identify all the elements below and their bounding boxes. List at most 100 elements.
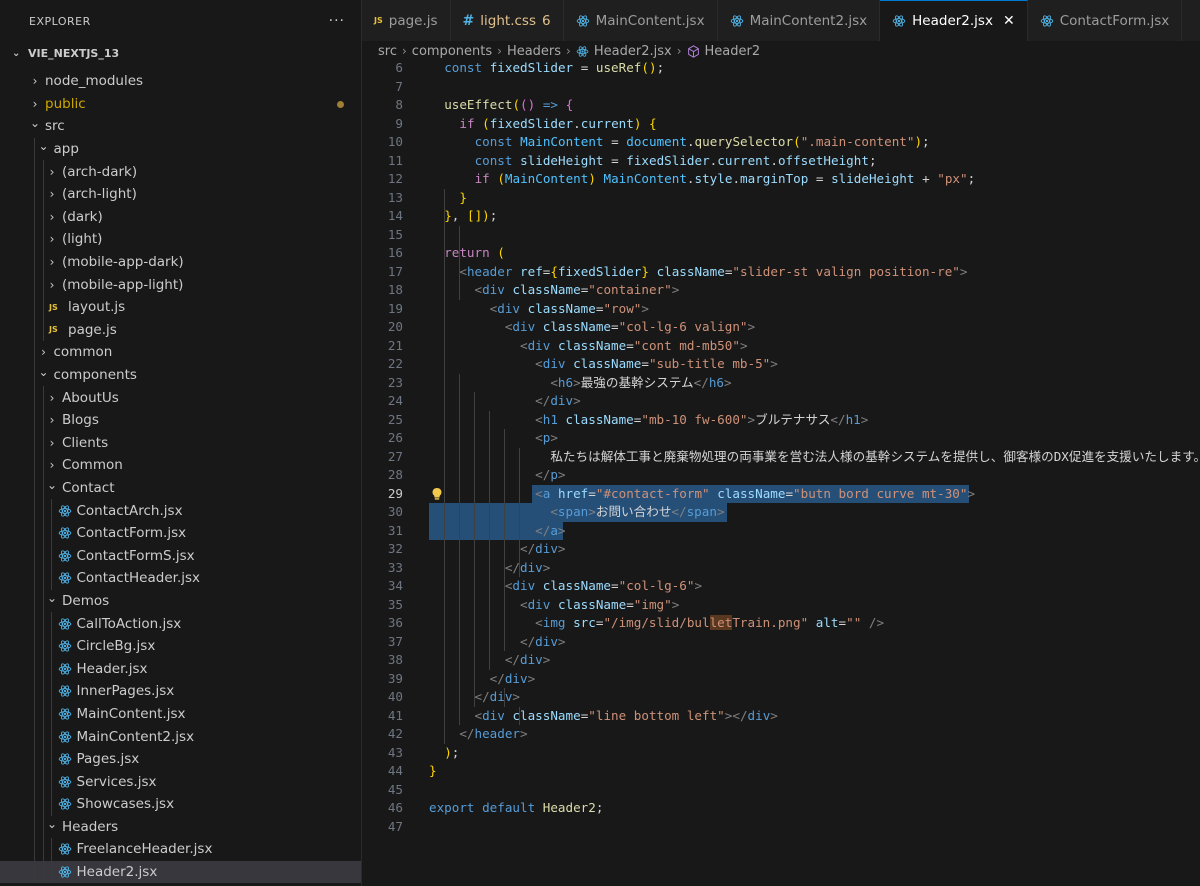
folder-item[interactable]: ⌄ Demos xyxy=(0,589,361,613)
code-line[interactable]: 25 <h1 className="mb-10 fw-600">ブルテナサス</… xyxy=(362,411,1200,430)
code-line[interactable]: 14 }, []); xyxy=(362,207,1200,226)
folder-item[interactable]: ⌄ components xyxy=(0,363,361,387)
code-line[interactable]: 22 <div className="sub-title mb-5"> xyxy=(362,355,1200,374)
folder-item[interactable]: › common xyxy=(0,341,361,364)
code-line[interactable]: 28 </p> xyxy=(362,466,1200,485)
breadcrumb-item[interactable]: Header2.jsx xyxy=(576,44,672,59)
file-item[interactable]: JS layout.js xyxy=(0,295,361,319)
folder-item[interactable]: › Clients xyxy=(0,431,361,455)
code-line[interactable]: 15 xyxy=(362,226,1200,245)
code-line[interactable]: 7 xyxy=(362,78,1200,97)
code-line[interactable]: 30 <span>お問い合わせ</span> xyxy=(362,503,1200,522)
file-item[interactable]: MainContent.jsx xyxy=(0,702,361,726)
code-line[interactable]: 44} xyxy=(362,762,1200,781)
folder-item[interactable]: › (mobile-app-dark) xyxy=(0,250,361,274)
code-line[interactable]: 42 </header> xyxy=(362,725,1200,744)
code-line[interactable]: 40 </div> xyxy=(362,688,1200,707)
file-item[interactable]: ContactHeader.jsx xyxy=(0,567,361,590)
breadcrumb-item[interactable]: components xyxy=(412,44,492,59)
tab-maincontent2-jsx[interactable]: MainContent2.jsx xyxy=(718,0,881,41)
code-line[interactable]: 32 </div> xyxy=(362,540,1200,559)
code-line[interactable]: 29 <a href="#contact-form" className="bu… xyxy=(362,484,1200,503)
code-line[interactable]: 34 <div className="col-lg-6"> xyxy=(362,577,1200,596)
folder-item[interactable]: › public xyxy=(0,93,361,116)
indent-guide xyxy=(51,747,52,771)
code-line[interactable]: 27 私たちは解体工事と廃棄物処理の両事業を営む法人様の基幹システムを提供し、御… xyxy=(362,448,1200,467)
code-line[interactable]: 43 ); xyxy=(362,744,1200,763)
code-line[interactable]: 10 const MainContent = document.querySel… xyxy=(362,133,1200,152)
close-icon[interactable]: ✕ xyxy=(1003,13,1015,29)
tab-light-css[interactable]: # light.css 6 xyxy=(451,0,564,41)
code-line[interactable]: 45 xyxy=(362,781,1200,800)
code-line[interactable]: 18 <div className="container"> xyxy=(362,281,1200,300)
code-line[interactable]: 26 <p> xyxy=(362,429,1200,448)
folder-item[interactable]: › (light) xyxy=(0,228,361,251)
code-line[interactable]: 31 </a> xyxy=(362,521,1200,540)
code-line[interactable]: 9 if (fixedSlider.current) { xyxy=(362,115,1200,134)
breadcrumb-item[interactable]: Header2 xyxy=(687,44,760,59)
workspace-root[interactable]: ⌄ VIE_NEXTJS_13 xyxy=(0,42,361,64)
indent-guide xyxy=(51,499,52,522)
file-item[interactable]: ContactForm.jsx xyxy=(0,521,361,545)
code-line[interactable]: 20 <div className="col-lg-6 valign"> xyxy=(362,318,1200,337)
code-line[interactable]: 24 </div> xyxy=(362,392,1200,411)
code-text: <div className="container"> xyxy=(474,282,680,297)
code-line[interactable]: 11 const slideHeight = fixedSlider.curre… xyxy=(362,152,1200,171)
tab-contactform-jsx[interactable]: ContactForm.jsx xyxy=(1028,0,1183,41)
code-editor[interactable]: 6 const fixedSlider = useRef(); 7 8 useEff… xyxy=(362,59,1200,886)
react-icon xyxy=(1040,14,1053,27)
code-text: <img src="/img/slid/bulletTrain.png" alt… xyxy=(535,615,885,630)
folder-item[interactable]: › (dark) xyxy=(0,205,361,229)
file-item[interactable]: JS page.js xyxy=(0,318,361,342)
code-line[interactable]: 36 <img src="/img/slid/bulletTrain.png" … xyxy=(362,614,1200,633)
code-line[interactable]: 33 </div> xyxy=(362,559,1200,578)
folder-item[interactable]: ⌄ Headers xyxy=(0,815,361,839)
code-line[interactable]: 12 if (MainContent) MainContent.style.ma… xyxy=(362,170,1200,189)
code-line[interactable]: 6 const fixedSlider = useRef(); xyxy=(362,59,1200,78)
folder-item[interactable]: ⌄ src xyxy=(0,115,361,138)
code-line[interactable]: 47 xyxy=(362,818,1200,837)
folder-item[interactable]: › Blogs xyxy=(0,408,361,432)
file-item[interactable]: Header.jsx xyxy=(0,657,361,681)
tab-header2-jsx[interactable]: Header2.jsx ✕ xyxy=(880,0,1028,41)
folder-item[interactable]: › node_modules xyxy=(0,70,361,93)
file-item[interactable]: ContactFormS.jsx xyxy=(0,544,361,568)
tab-page-js[interactable]: JS page.js xyxy=(362,0,451,41)
file-item[interactable]: FreelanceHeader.jsx xyxy=(0,838,361,861)
code-line[interactable]: 41 <div className="line bottom left"></d… xyxy=(362,707,1200,726)
more-actions-icon[interactable]: ··· xyxy=(329,13,345,29)
folder-item[interactable]: › Common xyxy=(0,454,361,477)
file-item[interactable]: Pages.jsx xyxy=(0,747,361,771)
line-number: 11 xyxy=(387,152,403,168)
code-line[interactable]: 8 useEffect(() => { xyxy=(362,96,1200,115)
folder-item[interactable]: › (arch-light) xyxy=(0,182,361,206)
file-item[interactable]: MainContent2.jsx xyxy=(0,725,361,748)
code-line[interactable]: 13 } xyxy=(362,189,1200,208)
code-line[interactable]: 17 <header ref={fixedSlider} className="… xyxy=(362,263,1200,282)
folder-item[interactable]: › AboutUs xyxy=(0,386,361,409)
file-item[interactable]: Services.jsx xyxy=(0,770,361,793)
code-line[interactable]: 37 </div> xyxy=(362,633,1200,652)
code-line[interactable]: 21 <div className="cont md-mb50"> xyxy=(362,337,1200,356)
code-line[interactable]: 38 </div> xyxy=(362,651,1200,670)
file-item[interactable]: CallToAction.jsx xyxy=(0,612,361,635)
code-line[interactable]: 19 <div className="row"> xyxy=(362,300,1200,319)
indent-guide xyxy=(42,160,44,183)
code-line[interactable]: 16 return ( xyxy=(362,244,1200,263)
file-item[interactable]: Showcases.jsx xyxy=(0,793,361,816)
breadcrumb-item[interactable]: Headers xyxy=(507,44,561,59)
folder-item[interactable]: › (mobile-app-light) xyxy=(0,273,361,296)
file-item[interactable]: ContactArch.jsx xyxy=(0,499,361,522)
folder-item[interactable]: › (arch-dark) xyxy=(0,160,361,183)
code-line[interactable]: 35 <div className="img"> xyxy=(362,596,1200,615)
breadcrumb-item[interactable]: src xyxy=(378,44,397,59)
file-item[interactable]: InnerPages.jsx xyxy=(0,680,361,703)
folder-item[interactable]: ⌄ Contact xyxy=(0,476,361,500)
tab-maincontent-jsx[interactable]: MainContent.jsx xyxy=(564,0,718,41)
folder-item[interactable]: ⌄ app xyxy=(0,137,361,161)
code-line[interactable]: 46 export default Header2; xyxy=(362,799,1200,818)
code-line[interactable]: 23 <h6>最強の基幹システム</h6> xyxy=(362,374,1200,393)
code-line[interactable]: 39 </div> xyxy=(362,670,1200,689)
file-item[interactable]: CircleBg.jsx xyxy=(0,634,361,658)
file-item[interactable]: Header2.jsx xyxy=(0,860,361,884)
